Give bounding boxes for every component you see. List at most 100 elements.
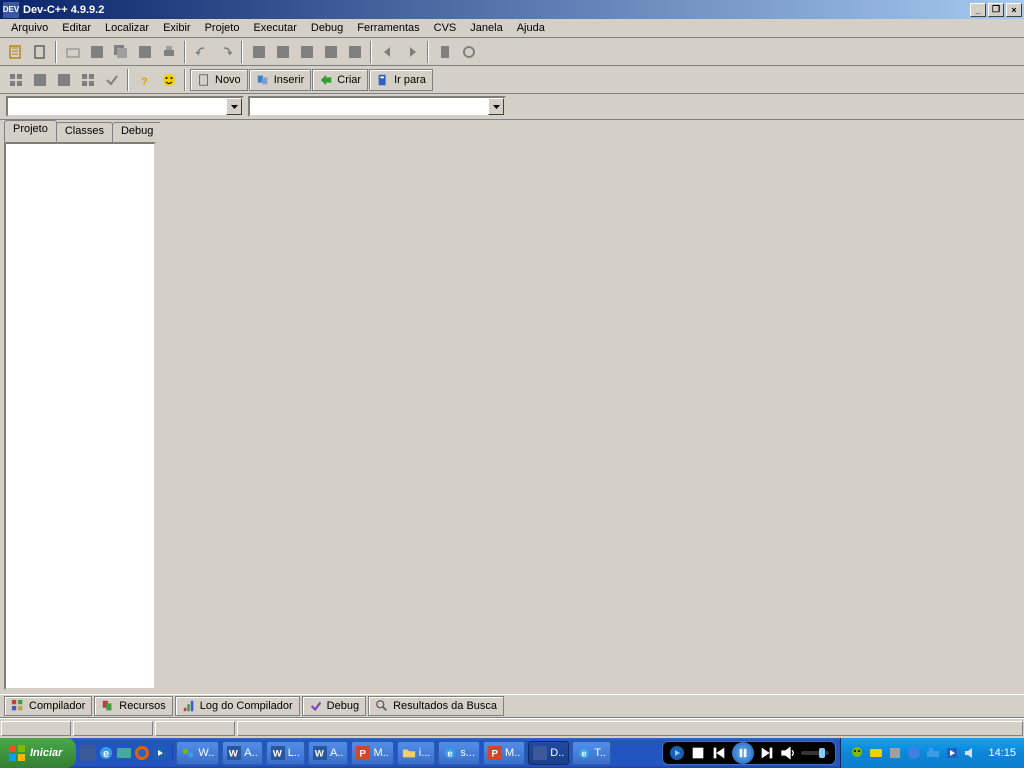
next-button[interactable] [400,41,423,63]
bookmark-button[interactable] [433,41,456,63]
tray-icon-2[interactable] [868,745,884,761]
saveall-button[interactable] [109,41,132,63]
irpara-button[interactable]: Ir para [369,69,433,91]
menu-janela[interactable]: Janela [463,20,509,36]
task-ppt[interactable]: PM.. [351,741,393,765]
compile-run-button[interactable] [295,41,318,63]
svg-text:e: e [103,748,109,760]
criar-button[interactable]: Criar [312,69,368,91]
tray-icon-3[interactable] [887,745,903,761]
tray-icon-6[interactable] [944,745,960,761]
task-word1[interactable]: WA.. [222,741,262,765]
menu-ferramentas[interactable]: Ferramentas [350,20,426,36]
minimize-button[interactable]: _ [970,3,986,17]
combo-right-dropdown[interactable] [488,98,504,115]
mp-prev-icon[interactable] [711,745,727,761]
menu-exibir[interactable]: Exibir [156,20,198,36]
separator [241,41,243,63]
tab-log[interactable]: Log do Compilador [175,696,300,716]
new-file-button[interactable] [28,41,51,63]
menu-ajuda[interactable]: Ajuda [510,20,552,36]
menu-editar[interactable]: Editar [55,20,98,36]
ql-desktop-icon[interactable] [116,745,132,761]
project-tree[interactable] [4,142,156,690]
task-word3[interactable]: WA.. [308,741,348,765]
ql-firefox-icon[interactable] [134,745,150,761]
tab-resultados[interactable]: Resultados da Busca [368,696,504,716]
tray-clock[interactable]: 14:15 [988,747,1016,759]
tray-icon-4[interactable] [906,745,922,761]
task-a2-label: A.. [330,747,343,759]
mp-mute-icon[interactable] [780,745,796,761]
ql-ie-icon[interactable]: e [98,745,114,761]
task-ppt2[interactable]: PM.. [483,741,525,765]
menu-debug[interactable]: Debug [304,20,350,36]
tray-volume-icon[interactable] [963,745,979,761]
grid3-button[interactable] [52,69,75,91]
compile-button[interactable] [247,41,270,63]
status-cell-4 [237,721,1023,736]
inserir-button[interactable]: Inserir [249,69,312,91]
run-button[interactable] [271,41,294,63]
maximize-button[interactable]: ❐ [988,3,1004,17]
rebuild-button[interactable] [319,41,342,63]
combo-right[interactable] [248,96,506,117]
task-ie2[interactable]: eT.. [572,741,611,765]
task-word2[interactable]: WL.. [266,741,305,765]
debug-button[interactable] [343,41,366,63]
novo-button[interactable]: Novo [190,69,248,91]
tab-log-label: Log do Compilador [200,700,293,712]
about-button[interactable] [157,69,180,91]
task-buttons: W.. WA.. WL.. WA.. PM.. i... es... PM.. … [173,741,658,765]
task-folder[interactable]: i... [397,741,436,765]
save-button[interactable] [85,41,108,63]
menu-cvs[interactable]: CVS [427,20,464,36]
mp-stop-icon[interactable] [690,745,706,761]
side-tab-classes[interactable]: Classes [56,122,113,142]
tab-recursos[interactable]: Recursos [94,696,172,716]
task-m1-label: M.. [373,747,388,759]
check-button[interactable] [100,69,123,91]
svg-text:?: ? [141,76,148,88]
new-project-button[interactable] [4,41,27,63]
open-button[interactable] [61,41,84,63]
task-devcpp[interactable]: D.. [528,741,569,765]
window-title: Dev-C++ 4.9.9.2 [23,4,970,16]
menu-arquivo[interactable]: Arquivo [4,20,55,36]
tab-debug[interactable]: Debug [302,696,366,716]
tray-icon-5[interactable] [925,745,941,761]
tray-messenger-icon[interactable] [849,745,865,761]
ql-media-icon[interactable] [152,745,168,761]
help-button[interactable]: ? [133,69,156,91]
svg-text:W: W [273,749,283,760]
side-tab-debug[interactable]: Debug [112,122,162,142]
combo-left[interactable] [6,96,244,117]
mp-volume-slider[interactable] [801,751,829,755]
ql-devcpp-icon[interactable] [80,745,96,761]
titlebar: DEV Dev-C++ 4.9.9.2 _ ❐ × [0,0,1024,19]
menu-localizar[interactable]: Localizar [98,20,156,36]
grid4-button[interactable] [76,69,99,91]
close-button[interactable]: × [1006,3,1022,17]
tab-compilador[interactable]: Compilador [4,696,92,716]
task-messenger[interactable]: W.. [176,741,219,765]
menu-projeto[interactable]: Projeto [198,20,247,36]
start-button[interactable]: Iniciar [0,738,76,768]
redo-button[interactable] [214,41,237,63]
mp-play-button[interactable] [732,742,754,764]
menu-executar[interactable]: Executar [246,20,303,36]
print-button[interactable] [157,41,180,63]
undo-button[interactable] [190,41,213,63]
grid1-button[interactable] [4,69,27,91]
close-file-button[interactable] [133,41,156,63]
app-icon: DEV [3,2,19,18]
mp-playpause-icon[interactable] [669,745,685,761]
prev-button[interactable] [376,41,399,63]
task-ie[interactable]: es... [438,741,480,765]
mp-next-icon[interactable] [759,745,775,761]
side-tab-projeto[interactable]: Projeto [4,120,57,142]
grid2-button[interactable] [28,69,51,91]
goto-button[interactable] [457,41,480,63]
combo-left-dropdown[interactable] [226,98,242,115]
side-tabs: Projeto Classes Debug [4,122,156,142]
